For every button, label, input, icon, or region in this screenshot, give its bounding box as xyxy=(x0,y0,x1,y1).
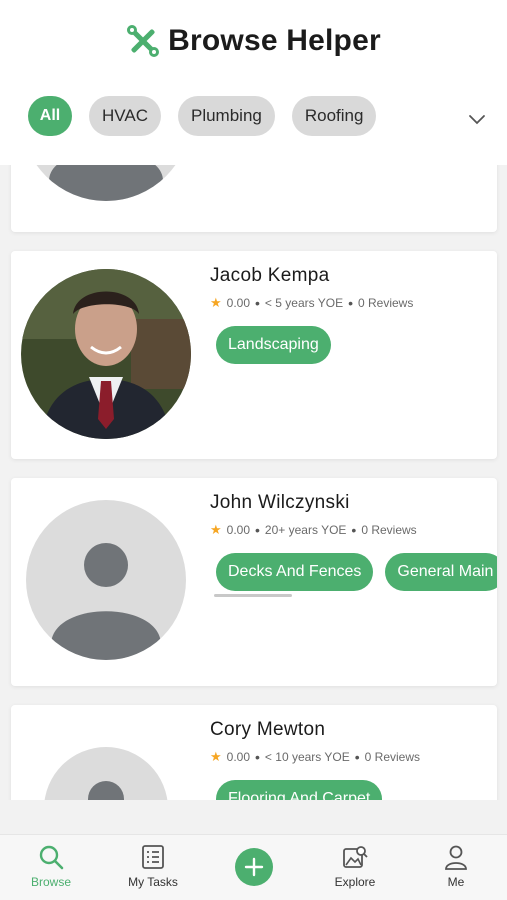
tags-scrollbar[interactable] xyxy=(214,594,292,597)
rating-value: 0.00 xyxy=(226,296,251,310)
helper-meta: ★ 0.00 • 20+ years YOE • 0 Reviews xyxy=(210,522,417,538)
avatar xyxy=(44,747,168,800)
skill-tag[interactable]: General Main xyxy=(385,553,497,591)
nav-my-tasks[interactable]: My Tasks xyxy=(108,843,198,889)
skill-tag[interactable]: Landscaping xyxy=(216,326,331,364)
search-icon xyxy=(37,843,65,871)
filter-chip-plumbing[interactable]: Plumbing xyxy=(177,96,275,136)
nav-label: Explore xyxy=(334,875,376,889)
filter-chip-hvac[interactable]: HVAC xyxy=(89,96,161,136)
filter-chip-roofing[interactable]: Roofing xyxy=(291,96,377,136)
helper-card[interactable]: Cory Mewton ★ 0.00 • < 10 years YOE • 0 … xyxy=(11,705,497,800)
skill-tag[interactable]: Decks And Fences xyxy=(216,553,374,591)
wrench-screwdriver-icon xyxy=(126,24,160,58)
star-icon: ★ xyxy=(210,295,222,310)
helper-card[interactable]: John Wilczynski ★ 0.00 • 20+ years YOE •… xyxy=(11,478,497,686)
nav-label: My Tasks xyxy=(128,875,178,889)
separator-dot: • xyxy=(255,522,260,538)
helper-card-partial[interactable] xyxy=(11,165,497,232)
skill-tags: Landscaping xyxy=(216,326,331,364)
reviews-count: 0 Reviews xyxy=(357,296,414,310)
category-filter-bar: All HVAC Plumbing Roofing xyxy=(28,96,377,136)
separator-dot: • xyxy=(255,749,260,765)
reviews-count: 0 Reviews xyxy=(364,750,421,764)
experience-text: < 5 years YOE xyxy=(264,296,344,310)
filter-chip-all[interactable]: All xyxy=(28,96,72,136)
helper-name: Jacob Kempa xyxy=(210,265,330,286)
avatar xyxy=(21,165,191,201)
nav-label: Browse xyxy=(30,875,71,889)
nav-explore[interactable]: Explore xyxy=(310,843,400,889)
separator-dot: • xyxy=(351,522,357,538)
star-icon: ★ xyxy=(210,522,222,537)
experience-text: 20+ years YOE xyxy=(264,523,347,537)
page-title: Browse Helper xyxy=(168,24,381,57)
helper-meta: ★ 0.00 • < 10 years YOE • 0 Reviews xyxy=(210,749,420,765)
title-row: Browse Helper xyxy=(0,24,507,58)
avatar xyxy=(26,500,186,660)
chevron-down-icon[interactable] xyxy=(466,108,488,130)
rating-value: 0.00 xyxy=(226,750,251,764)
skill-tags[interactable]: Decks And Fences General Main xyxy=(216,553,497,591)
add-task-button[interactable] xyxy=(235,848,273,886)
explore-image-icon xyxy=(341,843,369,871)
nav-me[interactable]: Me xyxy=(411,843,501,889)
avatar xyxy=(21,269,191,439)
plus-icon xyxy=(244,857,264,877)
skill-tag[interactable]: Flooring And Carpet xyxy=(216,780,383,800)
person-icon xyxy=(442,843,470,871)
nav-label: Me xyxy=(447,875,465,889)
helper-list[interactable]: Jacob Kempa ★ 0.00 • < 5 years YOE • 0 R… xyxy=(0,165,507,800)
separator-dot: • xyxy=(348,295,353,311)
skill-tags: Flooring And Carpet xyxy=(216,780,383,800)
helper-name: Cory Mewton xyxy=(210,719,326,740)
helper-card[interactable]: Jacob Kempa ★ 0.00 • < 5 years YOE • 0 R… xyxy=(11,251,497,459)
reviews-count: 0 Reviews xyxy=(361,523,417,537)
nav-browse[interactable]: Browse xyxy=(6,843,96,889)
star-icon: ★ xyxy=(210,749,222,764)
separator-dot: • xyxy=(255,295,260,311)
experience-text: < 10 years YOE xyxy=(264,750,350,764)
rating-value: 0.00 xyxy=(226,523,251,537)
separator-dot: • xyxy=(354,749,360,765)
task-list-icon xyxy=(139,843,167,871)
helper-name: John Wilczynski xyxy=(210,492,350,513)
app-header: Browse Helper All HVAC Plumbing Roofing xyxy=(0,0,507,165)
helper-meta: ★ 0.00 • < 5 years YOE • 0 Reviews xyxy=(210,295,413,311)
